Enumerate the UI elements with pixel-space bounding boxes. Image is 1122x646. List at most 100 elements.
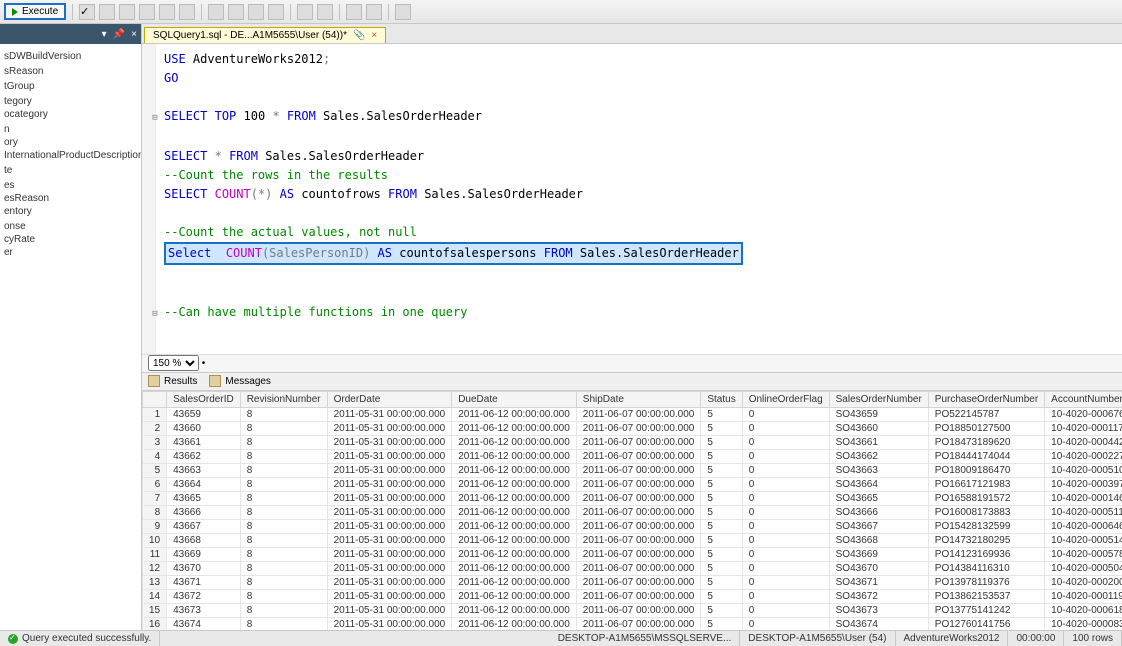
cell[interactable]: 5: [701, 478, 742, 492]
cell[interactable]: 0: [742, 450, 829, 464]
cell[interactable]: 0: [742, 520, 829, 534]
cell[interactable]: 2011-05-31 00:00:00.000: [327, 604, 452, 618]
cell[interactable]: 2011-06-07 00:00:00.000: [576, 492, 701, 506]
cell[interactable]: 2011-06-12 00:00:00.000: [452, 450, 577, 464]
cell[interactable]: 2011-05-31 00:00:00.000: [327, 562, 452, 576]
cell[interactable]: 8: [240, 506, 327, 520]
cell[interactable]: SO43673: [829, 604, 928, 618]
table-row[interactable]: 114366982011-05-31 00:00:00.0002011-06-1…: [143, 548, 1122, 562]
cell[interactable]: PO14123169936: [928, 548, 1044, 562]
cell[interactable]: SO43668: [829, 534, 928, 548]
cell[interactable]: 10-4020-000442: [1045, 436, 1122, 450]
cell[interactable]: 43664: [167, 478, 241, 492]
cell[interactable]: 2011-06-07 00:00:00.000: [576, 576, 701, 590]
cell[interactable]: 5: [701, 520, 742, 534]
tree-node[interactable]: er: [0, 246, 141, 259]
row-number[interactable]: 11: [143, 548, 167, 562]
zoom-select[interactable]: 150 %: [148, 355, 199, 371]
cell[interactable]: 2011-06-07 00:00:00.000: [576, 520, 701, 534]
cell[interactable]: 2011-06-12 00:00:00.000: [452, 590, 577, 604]
cell[interactable]: 2011-06-12 00:00:00.000: [452, 478, 577, 492]
column-header[interactable]: AccountNumber: [1045, 392, 1122, 408]
column-header[interactable]: DueDate: [452, 392, 577, 408]
table-row[interactable]: 144367282011-05-31 00:00:00.0002011-06-1…: [143, 590, 1122, 604]
column-header[interactable]: PurchaseOrderNumber: [928, 392, 1044, 408]
cell[interactable]: 5: [701, 590, 742, 604]
row-number[interactable]: 7: [143, 492, 167, 506]
row-number[interactable]: 1: [143, 408, 167, 422]
cell[interactable]: 5: [701, 534, 742, 548]
table-row[interactable]: 164367482011-05-31 00:00:00.0002011-06-1…: [143, 618, 1122, 630]
indent-icon[interactable]: [297, 4, 313, 20]
row-number[interactable]: 14: [143, 590, 167, 604]
cell[interactable]: SO43672: [829, 590, 928, 604]
table-row[interactable]: 84366682011-05-31 00:00:00.0002011-06-12…: [143, 506, 1122, 520]
row-number[interactable]: 13: [143, 576, 167, 590]
column-header[interactable]: OrderDate: [327, 392, 452, 408]
table-row[interactable]: 104366882011-05-31 00:00:00.0002011-06-1…: [143, 534, 1122, 548]
cell[interactable]: 8: [240, 478, 327, 492]
table-row[interactable]: 44366282011-05-31 00:00:00.0002011-06-12…: [143, 450, 1122, 464]
cell[interactable]: SO43669: [829, 548, 928, 562]
table-row[interactable]: 74366582011-05-31 00:00:00.0002011-06-12…: [143, 492, 1122, 506]
cell[interactable]: 2011-06-12 00:00:00.000: [452, 548, 577, 562]
cell[interactable]: 43667: [167, 520, 241, 534]
cell[interactable]: SO43666: [829, 506, 928, 520]
cell[interactable]: 8: [240, 604, 327, 618]
cell[interactable]: SO43667: [829, 520, 928, 534]
cell[interactable]: 2011-06-12 00:00:00.000: [452, 436, 577, 450]
cell[interactable]: 2011-06-07 00:00:00.000: [576, 604, 701, 618]
tb-icon-4[interactable]: [139, 4, 155, 20]
results-grid[interactable]: SalesOrderIDRevisionNumberOrderDateDueDa…: [142, 391, 1122, 630]
cell[interactable]: 5: [701, 450, 742, 464]
cell[interactable]: PO13978119376: [928, 576, 1044, 590]
tree-node[interactable]: InternationalProductDescription: [0, 149, 141, 162]
cell[interactable]: 43672: [167, 590, 241, 604]
cell[interactable]: 10-4020-000578: [1045, 548, 1122, 562]
cell[interactable]: 2011-06-12 00:00:00.000: [452, 464, 577, 478]
cell[interactable]: 8: [240, 464, 327, 478]
row-number[interactable]: 15: [143, 604, 167, 618]
tb-icon-7[interactable]: [208, 4, 224, 20]
table-row[interactable]: 154367382011-05-31 00:00:00.0002011-06-1…: [143, 604, 1122, 618]
tb-icon-2[interactable]: [99, 4, 115, 20]
cell[interactable]: 2011-05-31 00:00:00.000: [327, 534, 452, 548]
cell[interactable]: PO15428132599: [928, 520, 1044, 534]
row-number[interactable]: 12: [143, 562, 167, 576]
cell[interactable]: 5: [701, 422, 742, 436]
tab-pin-icon[interactable]: 📎: [353, 30, 365, 41]
tree-node[interactable]: cyRate: [0, 233, 141, 246]
cell[interactable]: 8: [240, 450, 327, 464]
tree-node[interactable]: ory: [0, 136, 141, 149]
cell[interactable]: 2011-06-07 00:00:00.000: [576, 422, 701, 436]
cell[interactable]: 10-4020-000511: [1045, 506, 1122, 520]
cell[interactable]: 10-4020-000676: [1045, 408, 1122, 422]
cell[interactable]: 43661: [167, 436, 241, 450]
cell[interactable]: PO18009186470: [928, 464, 1044, 478]
cell[interactable]: 2011-06-07 00:00:00.000: [576, 534, 701, 548]
row-number[interactable]: 8: [143, 506, 167, 520]
cell[interactable]: 0: [742, 464, 829, 478]
cell[interactable]: 8: [240, 576, 327, 590]
tree-node[interactable]: sDWBuildVersion: [0, 50, 141, 63]
table-row[interactable]: 124367082011-05-31 00:00:00.0002011-06-1…: [143, 562, 1122, 576]
cell[interactable]: 2011-05-31 00:00:00.000: [327, 478, 452, 492]
cell[interactable]: 10-4020-000504: [1045, 562, 1122, 576]
table-row[interactable]: 134367182011-05-31 00:00:00.0002011-06-1…: [143, 576, 1122, 590]
cell[interactable]: 2011-06-07 00:00:00.000: [576, 618, 701, 630]
cell[interactable]: 0: [742, 534, 829, 548]
row-number[interactable]: 9: [143, 520, 167, 534]
tree-node[interactable]: n: [0, 123, 141, 136]
cell[interactable]: SO43665: [829, 492, 928, 506]
cell[interactable]: 2011-05-31 00:00:00.000: [327, 450, 452, 464]
tb-icon-6[interactable]: [179, 4, 195, 20]
cell[interactable]: 10-4020-000646: [1045, 520, 1122, 534]
cell[interactable]: 43670: [167, 562, 241, 576]
cell[interactable]: 2011-06-07 00:00:00.000: [576, 562, 701, 576]
column-header[interactable]: ShipDate: [576, 392, 701, 408]
cell[interactable]: 43663: [167, 464, 241, 478]
cell[interactable]: 0: [742, 506, 829, 520]
outdent-icon[interactable]: [317, 4, 333, 20]
cell[interactable]: 0: [742, 478, 829, 492]
cell[interactable]: 8: [240, 534, 327, 548]
